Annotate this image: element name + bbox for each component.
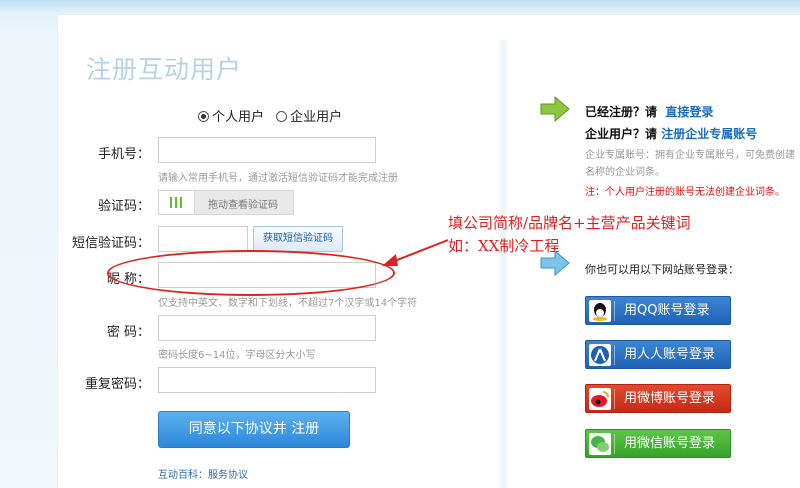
renren-login-label: 用人人账号登录 xyxy=(624,347,716,362)
sms-label: 短信验证码： xyxy=(71,236,150,251)
renren-icon xyxy=(589,344,611,366)
account-type-group: 个人用户 企业用户 xyxy=(198,106,350,125)
captcha-slider-text: 拖动查看验证码 xyxy=(208,200,278,211)
enterprise-line: 企业用户？请 注册企业专属账号 xyxy=(585,125,757,142)
other-login-text: 你也可以用以下网站账号登录： xyxy=(585,263,739,276)
sms-code-input[interactable] xyxy=(158,226,248,252)
password-label: 密 码： xyxy=(106,325,150,340)
radio-enterprise-dot[interactable] xyxy=(276,111,288,122)
agree-and-register-button[interactable]: 同意以下协议并 注册 xyxy=(158,411,350,448)
phone-label: 手机号： xyxy=(97,147,150,162)
service-agreement-link[interactable]: 服务协议 xyxy=(208,470,248,481)
confirm-password-input[interactable] xyxy=(158,367,376,393)
green-arrow-icon xyxy=(540,96,570,122)
wechat-icon xyxy=(589,433,611,455)
weibo-icon xyxy=(589,388,611,410)
already-registered-text: 已经注册？请 xyxy=(585,105,658,119)
confirm-password-label: 重复密码： xyxy=(84,377,150,392)
slider-handle[interactable] xyxy=(159,191,195,214)
page-title: 注册互动用户 xyxy=(86,55,243,84)
password-input[interactable] xyxy=(158,315,376,341)
enterprise-desc-2: 名称的企业词条。 xyxy=(585,167,665,178)
annotation-arrow-icon xyxy=(382,239,449,266)
qq-login-button[interactable]: 用QQ账号登录 xyxy=(585,296,731,325)
annotation-text-1: 填公司简称/品牌名+主营产品关键词 xyxy=(448,214,691,232)
panel-divider xyxy=(497,40,509,488)
enterprise-register-link[interactable]: 注册企业专属账号 xyxy=(661,127,757,141)
radio-enterprise-label: 企业用户 xyxy=(290,110,343,125)
phone-input[interactable] xyxy=(158,137,376,163)
renren-login-button[interactable]: 用人人账号登录 xyxy=(585,340,731,369)
captcha-label: 验证码： xyxy=(97,199,150,214)
enterprise-desc-1: 企业专属账号：拥有企业专属账号，可免费创建 xyxy=(585,150,795,161)
wechat-login-button[interactable]: 用微信账号登录 xyxy=(585,429,731,458)
get-sms-code-button[interactable]: 获取短信验证码 xyxy=(253,226,343,252)
already-registered-line: 已经注册？请 直接登录 xyxy=(585,103,713,120)
radio-personal-label: 个人用户 xyxy=(212,110,265,125)
weibo-login-button[interactable]: 用微博账号登录 xyxy=(585,384,731,413)
qq-login-label: 用QQ账号登录 xyxy=(624,303,710,318)
captcha-slider[interactable]: 拖动查看验证码 xyxy=(158,190,294,215)
radio-personal[interactable]: 个人用户 xyxy=(198,110,264,125)
personal-user-note: 注：个人用户注册的账号无法创建企业词条。 xyxy=(585,187,785,198)
weibo-login-label: 用微博账号登录 xyxy=(624,391,716,406)
password-hint: 密码长度6~14位，字母区分大小写 xyxy=(158,350,316,361)
qq-icon xyxy=(589,300,611,322)
blue-arrow-icon xyxy=(540,250,570,276)
nickname-hint: 仅支持中英文、数字和下划线，不超过7个汉字或14个字符 xyxy=(158,298,418,309)
agreement-line: 互动百科：服务协议 xyxy=(158,466,248,481)
phone-hint: 请输入常用手机号，通过激活短信验证码才能完成注册 xyxy=(158,173,398,184)
wechat-login-label: 用微信账号登录 xyxy=(624,436,716,451)
agreement-prefix: 互动百科： xyxy=(158,470,208,481)
direct-login-link[interactable]: 直接登录 xyxy=(665,105,713,119)
radio-enterprise[interactable]: 企业用户 xyxy=(276,110,342,125)
enterprise-text: 企业用户？请 xyxy=(585,127,658,141)
annotation-oval xyxy=(107,250,395,296)
radio-personal-dot[interactable] xyxy=(198,111,209,122)
